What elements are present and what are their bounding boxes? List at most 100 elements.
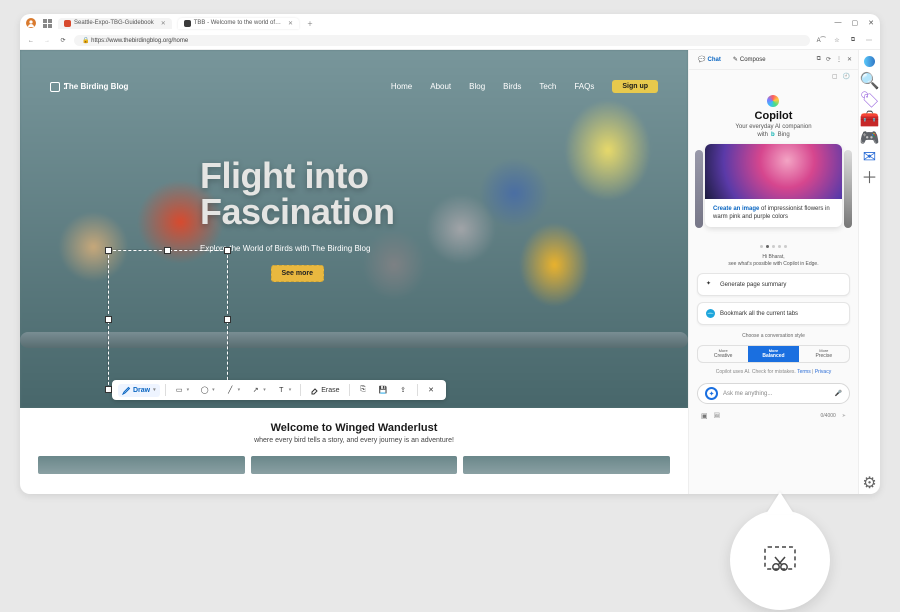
collections-icon[interactable]: ⧉ bbox=[848, 36, 858, 46]
arrow-tool[interactable]: ↗▾ bbox=[247, 384, 270, 397]
minimize-panel-icon[interactable]: ▢ bbox=[832, 73, 838, 80]
popout-icon[interactable]: ⧉ bbox=[817, 56, 821, 63]
close-sidebar-icon[interactable]: ✕ bbox=[847, 56, 852, 63]
signup-button[interactable]: Sign up bbox=[612, 80, 658, 93]
chevron-down-icon: ▾ bbox=[238, 387, 241, 393]
privacy-link[interactable]: Privacy bbox=[815, 369, 831, 375]
share-icon: ⇪ bbox=[399, 386, 408, 395]
brand-logo[interactable]: The Birding Blog bbox=[50, 82, 128, 92]
thumbnail-card[interactable] bbox=[463, 456, 670, 474]
add-image-icon[interactable]: 🖼 bbox=[714, 413, 720, 419]
carousel-dot[interactable] bbox=[772, 245, 775, 248]
resize-handle-ne[interactable] bbox=[225, 248, 230, 253]
browser-tab-active[interactable]: TBB - Welcome to the world of… ✕ bbox=[178, 18, 299, 29]
browser-tab[interactable]: Seattle-Expo-TBG-Guidebook ✕ bbox=[58, 18, 172, 29]
close-window-button[interactable]: ✕ bbox=[868, 19, 874, 27]
forward-button[interactable]: → bbox=[42, 36, 52, 46]
nav-tech[interactable]: Tech bbox=[539, 82, 556, 91]
text-tool[interactable]: T▾ bbox=[273, 384, 296, 397]
thumbnail-card[interactable] bbox=[38, 456, 245, 474]
resize-handle-nw[interactable] bbox=[106, 248, 111, 253]
carousel-dots bbox=[760, 245, 787, 248]
line-icon: ╱ bbox=[226, 386, 235, 395]
style-creative[interactable]: MoreCreative bbox=[698, 346, 748, 362]
save-button[interactable]: 💾 bbox=[375, 384, 392, 397]
carousel-dot[interactable] bbox=[760, 245, 763, 248]
back-button[interactable]: ← bbox=[26, 36, 36, 46]
games-rail-icon[interactable]: 🎮 bbox=[864, 132, 875, 143]
callout-tail bbox=[766, 492, 794, 514]
read-aloud-icon[interactable]: A⁀ bbox=[816, 36, 826, 46]
resize-handle-n[interactable] bbox=[165, 248, 170, 253]
new-topic-icon[interactable]: ▣ bbox=[701, 412, 708, 420]
chevron-down-icon: ▾ bbox=[263, 387, 266, 393]
new-tab-button[interactable]: ＋ bbox=[305, 18, 315, 28]
resize-handle-e[interactable] bbox=[225, 317, 230, 322]
terms-link[interactable]: Terms bbox=[797, 369, 811, 375]
nav-faqs[interactable]: FAQs bbox=[574, 82, 594, 91]
style-label: Choose a conversation style bbox=[742, 333, 805, 339]
ellipse-tool[interactable]: ◯▾ bbox=[196, 384, 219, 397]
chat-tab-label: Chat bbox=[707, 57, 720, 63]
callout-circle bbox=[730, 510, 830, 610]
url-field[interactable]: 🔒 https://www.thebirdingblog.org/home bbox=[74, 35, 810, 46]
line-tool[interactable]: ╱▾ bbox=[222, 384, 245, 397]
copy-button[interactable]: ⎘ bbox=[355, 384, 372, 397]
chat-tab[interactable]: 💬 Chat bbox=[695, 54, 724, 65]
profile-icon[interactable] bbox=[26, 18, 36, 28]
outlook-rail-icon[interactable]: ✉ bbox=[864, 151, 875, 162]
share-button[interactable]: ⇪ bbox=[395, 384, 412, 397]
minimize-button[interactable]: — bbox=[835, 19, 842, 27]
mic-icon[interactable]: 🎤 bbox=[835, 390, 842, 397]
hero-section: The Birding Blog Home About Blog Birds T… bbox=[20, 50, 688, 408]
close-icon[interactable]: ✕ bbox=[288, 20, 293, 27]
suggestion-page-summary[interactable]: ✦ Generate page summary bbox=[697, 273, 850, 296]
workspace-icon[interactable] bbox=[42, 18, 52, 28]
nav-birds[interactable]: Birds bbox=[503, 82, 521, 91]
maximize-button[interactable]: ▢ bbox=[852, 19, 859, 27]
close-toolbar-button[interactable]: ✕ bbox=[423, 384, 440, 397]
nav-blog[interactable]: Blog bbox=[469, 82, 485, 91]
carousel-dot[interactable] bbox=[778, 245, 781, 248]
conversation-style-toggle: MoreCreative MoreBalanced MorePrecise bbox=[697, 345, 850, 363]
shopping-rail-icon[interactable]: 🏷 bbox=[864, 94, 875, 105]
cta-button[interactable]: See more bbox=[271, 265, 325, 282]
style-precise[interactable]: MorePrecise bbox=[799, 346, 849, 362]
refresh-icon[interactable]: ⟳ bbox=[826, 56, 831, 63]
refresh-button[interactable]: ⟳ bbox=[58, 36, 68, 46]
resize-handle-w[interactable] bbox=[106, 317, 111, 322]
char-counter: 0/4000 bbox=[821, 413, 836, 419]
chat-input[interactable]: ✦ Ask me anything... 🎤 bbox=[697, 383, 850, 404]
style-balanced[interactable]: MoreBalanced bbox=[748, 346, 798, 362]
nav-home[interactable]: Home bbox=[391, 82, 412, 91]
edge-sidebar-rail: 🔍 🏷 🧰 🎮 ✉ ＋ ⚙ bbox=[858, 50, 880, 494]
carousel-dot[interactable] bbox=[784, 245, 787, 248]
erase-tool[interactable]: Erase bbox=[306, 384, 343, 397]
favorite-icon[interactable]: ☆ bbox=[832, 36, 842, 46]
tools-rail-icon[interactable]: 🧰 bbox=[864, 113, 875, 124]
carousel-dot-active[interactable] bbox=[766, 245, 769, 248]
nav-about[interactable]: About bbox=[430, 82, 451, 91]
add-rail-icon[interactable]: ＋ bbox=[864, 170, 875, 181]
selection-marquee[interactable] bbox=[108, 250, 228, 390]
carousel-prev-card[interactable] bbox=[695, 150, 703, 228]
tab-title: Seattle-Expo-TBG-Guidebook bbox=[74, 20, 154, 26]
compose-tab[interactable]: ✎ Compose bbox=[730, 54, 769, 65]
more-icon[interactable]: ⋮ bbox=[836, 56, 842, 63]
thumbnail-card[interactable] bbox=[251, 456, 458, 474]
prompt-suggestion-card[interactable]: Create an image of impressionist flowers… bbox=[705, 144, 842, 227]
close-icon[interactable]: ✕ bbox=[161, 20, 166, 27]
resize-handle-sw[interactable] bbox=[106, 387, 111, 392]
rect-tool[interactable]: ▭▾ bbox=[171, 384, 194, 397]
more-icon[interactable]: ⋯ bbox=[864, 36, 874, 46]
settings-rail-icon[interactable]: ⚙ bbox=[864, 477, 875, 488]
copilot-rail-icon[interactable] bbox=[864, 56, 875, 67]
logo-icon bbox=[50, 82, 60, 92]
search-rail-icon[interactable]: 🔍 bbox=[864, 75, 875, 86]
history-icon[interactable]: 🕘 bbox=[843, 73, 850, 80]
send-icon[interactable]: ➤ bbox=[842, 413, 846, 419]
draw-tool[interactable]: Draw ▾ bbox=[118, 384, 160, 397]
suggestion-bookmark-tabs[interactable]: Bookmark all the current tabs bbox=[697, 302, 850, 325]
chevron-down-icon: ▾ bbox=[187, 387, 190, 393]
carousel-next-card[interactable] bbox=[844, 150, 852, 228]
